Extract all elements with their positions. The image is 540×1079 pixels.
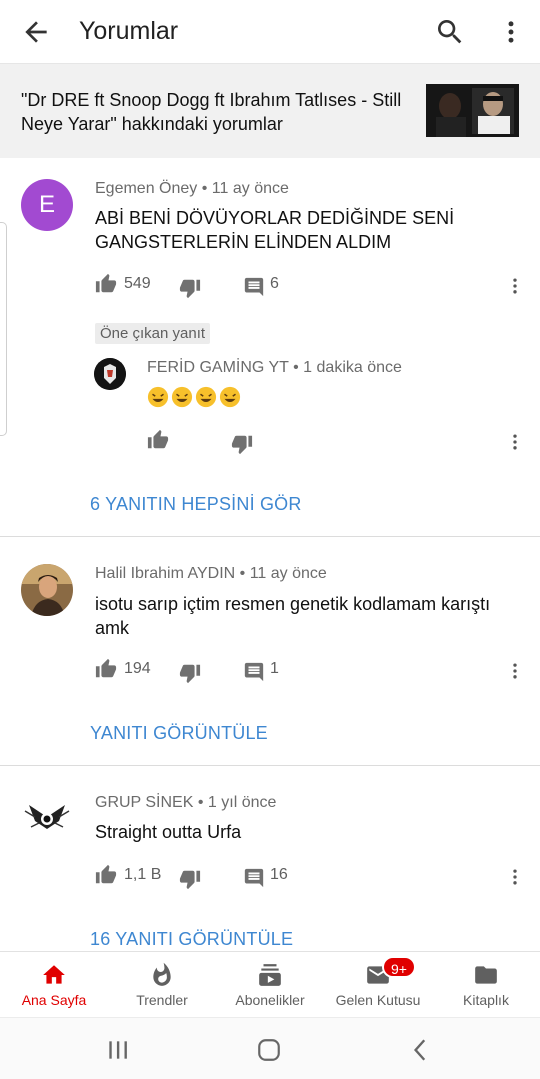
nav-label: Trendler [136,992,188,1008]
reply-count: 1 [270,660,279,677]
comment-meta: Egemen Öney • 11 ay önce [95,180,289,198]
library-folder-icon [475,966,497,984]
avatar-photo [21,791,73,843]
like-count: 1,1 B [124,866,162,883]
comment-author[interactable]: Egemen Öney [95,180,197,197]
comment-time: 11 ay önce [211,180,289,197]
meta-separator: • [293,359,299,376]
thumb-up-icon[interactable] [95,864,117,886]
comment-actions: 1,1 B 16 [95,864,525,892]
comment-actions: 549 6 [95,273,525,301]
nav-trending[interactable]: Trendler [108,952,216,1018]
divider [0,765,540,766]
video-comments-title: "Dr DRE ft Snoop Dogg ft Ibrahım Tatlıse… [21,90,402,134]
nav-label: Gelen Kutusu [335,992,421,1008]
highlighted-reply-label: Öne çıkan yanıt [95,323,211,344]
home-icon [43,965,65,984]
view-replies-link[interactable]: 16 YANITI GÖRÜNTÜLE [90,929,293,950]
avatar[interactable] [21,791,73,843]
nav-subscriptions[interactable]: Abonelikler [216,952,324,1018]
subscriptions-icon [259,964,281,986]
thumb-down-icon[interactable] [179,662,201,684]
recent-apps-icon[interactable] [105,1037,131,1063]
comment-text: ABİ BENİ DÖVÜYORLAR DEDİĞİNDE SENİ GANGS… [95,208,455,252]
comment-more-icon[interactable] [505,274,525,298]
comment-meta: Halil Ibrahim AYDIN • 11 ay önce [95,565,327,583]
reply-count: 6 [270,275,279,292]
meta-separator: • [197,794,204,811]
nav-library[interactable]: Kitaplık [432,952,540,1018]
reply-text [147,386,243,410]
like-count: 549 [124,275,151,292]
view-all-replies-link[interactable]: 6 YANITIN HEPSİNİ GÖR [90,494,302,515]
meta-separator: • [239,565,246,582]
comment-more-icon[interactable] [505,659,525,683]
avatar[interactable] [21,564,73,616]
comment-time: 1 yıl önce [207,794,277,811]
rolling-laugh-emoji [171,386,193,408]
bottom-navigation: Ana Sayfa Trendler Abonelikler Gelen Kut… [0,951,540,1017]
rolling-laugh-emoji [147,386,169,408]
meta-separator: • [201,180,208,197]
app-bar: Yorumlar [0,0,540,64]
reply-time: 1 dakika önce [303,359,402,376]
trending-flame-icon [153,962,171,986]
avatar-letter: E [38,191,55,218]
avatar[interactable]: E [21,179,73,231]
like-count: 194 [124,660,151,677]
comment-actions: 194 1 [95,658,525,686]
nav-inbox[interactable]: Gelen Kutusu [324,952,432,1018]
reply-avatar-image [94,358,126,390]
nav-label: Kitaplık [463,992,509,1008]
video-thumbnail[interactable] [426,84,519,137]
thumb-up-icon[interactable] [95,658,117,680]
comment-author[interactable]: GRUP SİNEK [95,794,193,811]
page-title: Yorumlar [79,17,179,45]
reply-comment-icon[interactable] [243,867,265,889]
comment-more-icon[interactable] [505,865,525,889]
system-nav-bar [0,1017,540,1079]
reply-author[interactable]: FERİD GAMİNG YT [147,359,289,376]
nav-label: Abonelikler [235,992,305,1008]
arrow-back-icon[interactable] [20,16,52,48]
reply-avatar[interactable] [94,358,126,390]
reply-comment-icon[interactable] [243,276,265,298]
thumb-up-icon[interactable] [147,429,169,451]
nav-label: Ana Sayfa [21,992,87,1008]
thumb-up-icon[interactable] [95,273,117,295]
rolling-laugh-emoji [195,386,217,408]
avatar-photo [21,564,73,616]
comment-text: Straight outta Urfa [95,822,242,842]
video-banner[interactable]: "Dr DRE ft Snoop Dogg ft Ibrahım Tatlıse… [0,64,540,158]
home-button-icon[interactable] [256,1037,282,1063]
comment-author[interactable]: Halil Ibrahim AYDIN [95,565,235,582]
scroll-edge-indicator [0,222,7,436]
comment-meta: GRUP SİNEK • 1 yıl önce [95,794,276,812]
thumb-down-icon[interactable] [231,433,253,455]
reply-count: 16 [270,866,288,883]
more-vert-icon[interactable] [497,16,525,48]
view-reply-link[interactable]: YANITI GÖRÜNTÜLE [90,723,268,744]
comment-text: isotu sarıp içtim resmen genetik kodlama… [95,594,491,638]
back-button-icon[interactable] [408,1037,434,1063]
reply-comment-icon[interactable] [243,661,265,683]
nav-home[interactable]: Ana Sayfa [0,952,108,1018]
reply-more-icon[interactable] [505,430,525,454]
rolling-laugh-emoji [219,386,241,408]
inbox-badge: 9+ [382,956,416,978]
thumbnail-image [426,84,519,137]
comment-time: 11 ay önce [249,565,327,582]
divider [0,536,540,537]
thumb-down-icon[interactable] [179,277,201,299]
thumb-down-icon[interactable] [179,868,201,890]
reply-actions [147,429,525,457]
reply-meta: FERİD GAMİNG YT • 1 dakika önce [147,359,402,377]
search-icon[interactable] [434,16,466,48]
